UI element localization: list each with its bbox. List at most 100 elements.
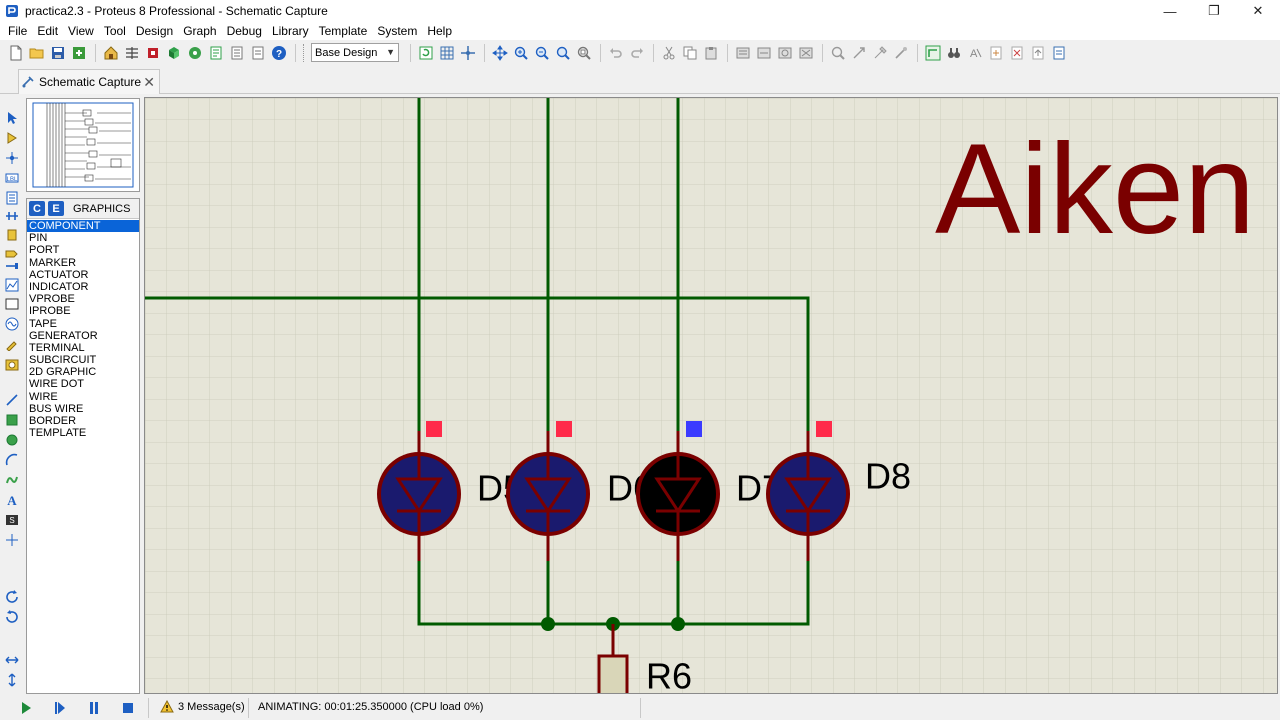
menu-tool[interactable]: Tool — [99, 22, 131, 40]
decompose-button[interactable] — [891, 43, 911, 63]
schematic-title-text[interactable]: Aiken — [935, 118, 1255, 261]
rotate-anticlockwise-button[interactable] — [4, 608, 20, 624]
menu-help[interactable]: Help — [422, 22, 457, 40]
wire-autorouter-button[interactable] — [923, 43, 943, 63]
list-item[interactable]: ACTUATOR — [27, 269, 139, 281]
zoom-all-button[interactable] — [553, 43, 573, 63]
property-assignment-button[interactable]: A — [965, 43, 985, 63]
menu-graph[interactable]: Graph — [178, 22, 221, 40]
list-item[interactable]: IPROBE — [27, 305, 139, 317]
menu-view[interactable]: View — [63, 22, 99, 40]
component-select-button[interactable]: C — [29, 201, 45, 216]
generator-mode-button[interactable] — [4, 316, 20, 332]
circle-mode-button[interactable] — [4, 432, 20, 448]
save-button[interactable] — [48, 43, 68, 63]
play-button[interactable] — [18, 700, 34, 716]
menu-design[interactable]: Design — [131, 22, 178, 40]
rotate-clockwise-button[interactable] — [4, 588, 20, 604]
pcb-button[interactable] — [143, 43, 163, 63]
notes-button[interactable] — [248, 43, 268, 63]
paste-button[interactable] — [701, 43, 721, 63]
step-button[interactable] — [52, 700, 68, 716]
block-copy-button[interactable] — [733, 43, 753, 63]
menu-library[interactable]: Library — [267, 22, 314, 40]
exit-to-parent-button[interactable] — [1028, 43, 1048, 63]
list-item[interactable]: BORDER — [27, 415, 139, 427]
make-device-button[interactable] — [849, 43, 869, 63]
remove-sheet-button[interactable] — [1007, 43, 1027, 63]
schematic-editing-window[interactable]: D5 D6 D7 D8 R6 Aiken — [144, 97, 1278, 694]
copy-button[interactable] — [680, 43, 700, 63]
probe-mode-button[interactable] — [4, 336, 20, 352]
marker-mode-button[interactable] — [4, 532, 20, 548]
list-item[interactable]: TEMPLATE — [27, 427, 139, 439]
stop-button[interactable] — [120, 700, 136, 716]
overview-window[interactable] — [26, 98, 140, 192]
new-file-button[interactable] — [6, 43, 26, 63]
pan-button[interactable] — [490, 43, 510, 63]
mirror-x-button[interactable] — [4, 652, 20, 668]
buses-mode-button[interactable] — [4, 208, 20, 224]
bom-button[interactable] — [227, 43, 247, 63]
zoom-in-button[interactable] — [511, 43, 531, 63]
wire-label-mode-button[interactable]: LBL — [4, 170, 20, 186]
device-pins-mode-button[interactable] — [4, 258, 20, 274]
list-item[interactable]: PIN — [27, 232, 139, 244]
symbol-mode-button[interactable]: S — [4, 512, 20, 528]
list-item[interactable]: VPROBE — [27, 293, 139, 305]
list-item[interactable]: TAPE — [27, 318, 139, 330]
graph-mode-button[interactable] — [4, 277, 20, 293]
gerber-button[interactable] — [185, 43, 205, 63]
list-item[interactable]: TERMINAL — [27, 342, 139, 354]
packaging-tool-button[interactable] — [870, 43, 890, 63]
pause-button[interactable] — [86, 700, 102, 716]
refresh-button[interactable] — [416, 43, 436, 63]
menu-system[interactable]: System — [372, 22, 422, 40]
zoom-area-button[interactable] — [574, 43, 594, 63]
junction-dot-mode-button[interactable] — [4, 150, 20, 166]
list-item[interactable]: BUS WIRE — [27, 403, 139, 415]
minimize-button[interactable]: — — [1148, 0, 1192, 22]
list-item[interactable]: MARKER — [27, 257, 139, 269]
menu-template[interactable]: Template — [314, 22, 373, 40]
mirror-y-button[interactable] — [4, 672, 20, 688]
design-explorer-button[interactable] — [206, 43, 226, 63]
list-item[interactable]: 2D GRAPHIC — [27, 366, 139, 378]
new-sheet-button[interactable] — [986, 43, 1006, 63]
menu-debug[interactable]: Debug — [222, 22, 267, 40]
restore-button[interactable]: ❐ — [1192, 0, 1236, 22]
zoom-out-button[interactable] — [532, 43, 552, 63]
design-variant-select[interactable]: Base Design ▼ — [311, 43, 399, 62]
grid-toggle-button[interactable] — [437, 43, 457, 63]
messages-indicator[interactable]: 3 Message(s) — [160, 700, 245, 713]
component-mode-button[interactable] — [4, 130, 20, 146]
block-rotate-button[interactable] — [775, 43, 795, 63]
list-item[interactable]: PORT — [27, 244, 139, 256]
close-tab-icon[interactable]: ✕ — [143, 74, 155, 91]
origin-button[interactable] — [458, 43, 478, 63]
list-item[interactable]: WIRE — [27, 391, 139, 403]
line-mode-button[interactable] — [4, 392, 20, 408]
text-script-mode-button[interactable] — [4, 190, 20, 206]
search-tag-button[interactable] — [944, 43, 964, 63]
list-item[interactable]: INDICATOR — [27, 281, 139, 293]
menu-file[interactable]: File — [3, 22, 32, 40]
edit-select-button[interactable]: E — [48, 201, 64, 216]
box-mode-button[interactable] — [4, 412, 20, 428]
selection-mode-button[interactable] — [4, 110, 20, 126]
schematic-button[interactable] — [122, 43, 142, 63]
subcircuit-mode-button[interactable] — [4, 227, 20, 243]
undo-button[interactable] — [606, 43, 626, 63]
arc-mode-button[interactable] — [4, 452, 20, 468]
instruments-mode-button[interactable] — [4, 357, 20, 373]
redo-button[interactable] — [627, 43, 647, 63]
path-mode-button[interactable] — [4, 472, 20, 488]
netlist-button[interactable] — [1049, 43, 1069, 63]
list-item[interactable]: GENERATOR — [27, 330, 139, 342]
list-item[interactable]: SUBCIRCUIT — [27, 354, 139, 366]
block-move-button[interactable] — [754, 43, 774, 63]
home-button[interactable] — [101, 43, 121, 63]
recorder-mode-button[interactable] — [4, 296, 20, 312]
list-item[interactable]: COMPONENT — [27, 220, 139, 233]
block-delete-button[interactable] — [796, 43, 816, 63]
